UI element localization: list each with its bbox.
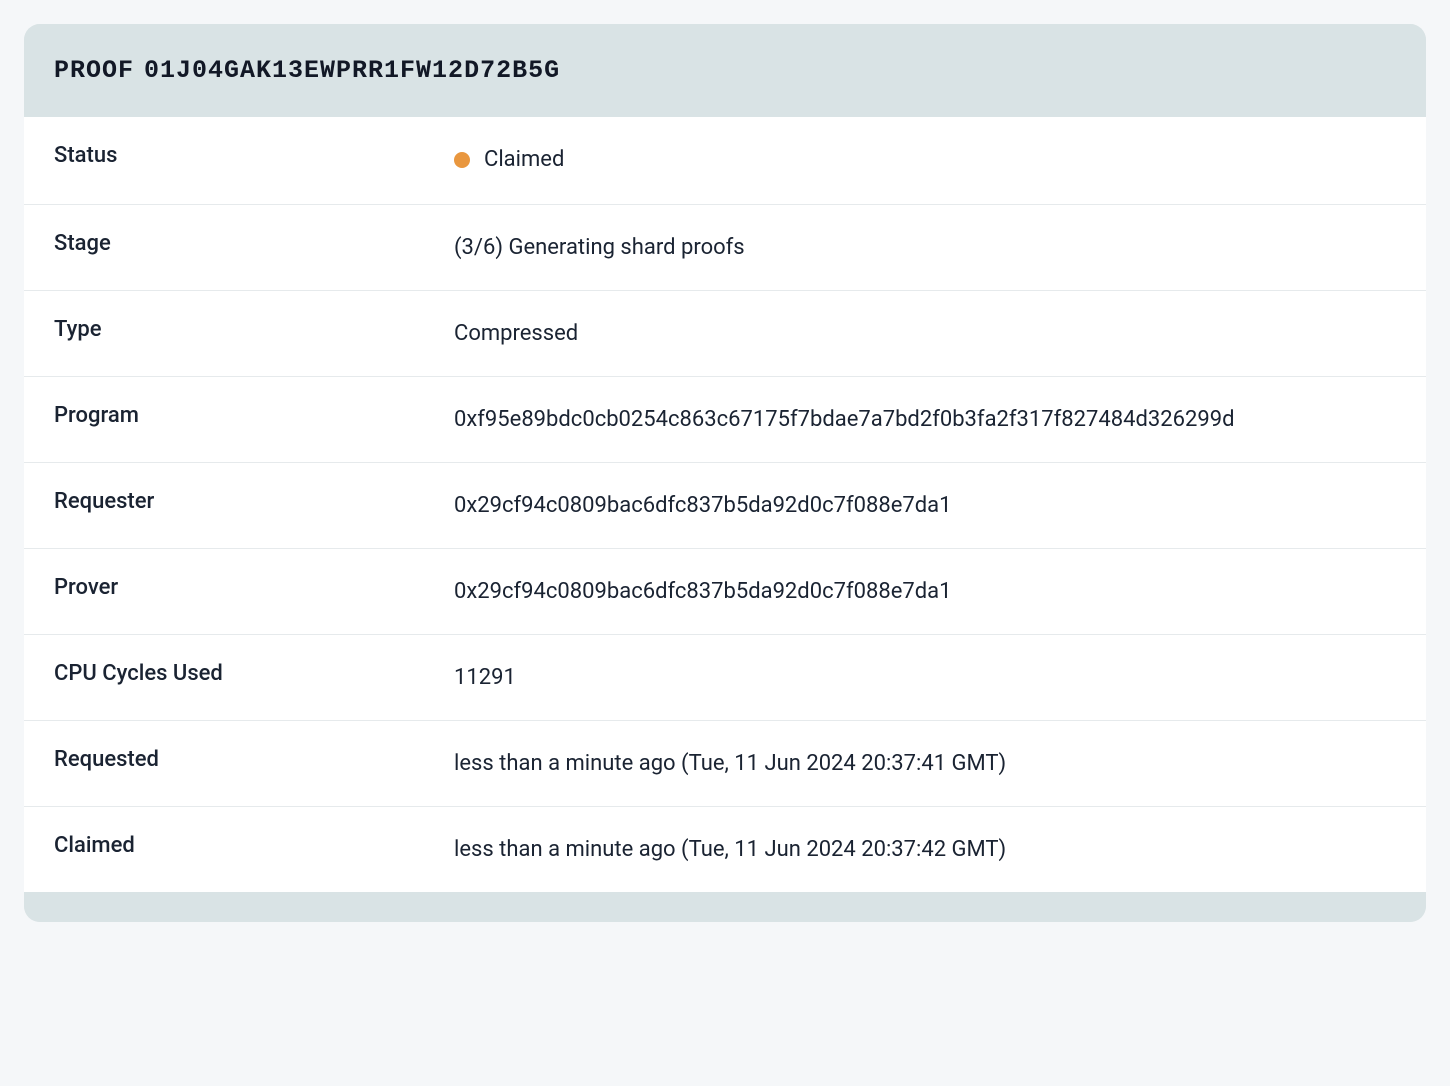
row-label: Stage — [54, 231, 454, 256]
row-requester: Requester 0x29cf94c0809bac6dfc837b5da92d… — [24, 463, 1426, 549]
row-label: Prover — [54, 575, 454, 600]
row-label: Type — [54, 317, 454, 342]
row-label: Program — [54, 403, 454, 428]
row-type: Type Compressed — [24, 291, 1426, 377]
row-label: Requested — [54, 747, 454, 772]
row-value: Compressed — [454, 317, 1396, 350]
row-stage: Stage (3/6) Generating shard proofs — [24, 205, 1426, 291]
proof-card: PROOF 01J04GAK13EWPRR1FW12D72B5G Status C… — [24, 24, 1426, 922]
card-footer — [24, 892, 1426, 922]
row-value: 11291 — [454, 661, 1396, 694]
row-label: Status — [54, 143, 454, 168]
status-dot-icon — [454, 152, 470, 168]
row-status: Status Claimed — [24, 117, 1426, 205]
row-requested: Requested less than a minute ago (Tue, 1… — [24, 721, 1426, 807]
row-cpu-cycles: CPU Cycles Used 11291 — [24, 635, 1426, 721]
row-value: 0xf95e89bdc0cb0254c863c67175f7bdae7a7bd2… — [454, 403, 1396, 436]
row-value: less than a minute ago (Tue, 11 Jun 2024… — [454, 747, 1396, 780]
row-value: 0x29cf94c0809bac6dfc837b5da92d0c7f088e7d… — [454, 489, 1396, 522]
row-value: Claimed — [454, 143, 1396, 178]
status-badge: Claimed — [454, 143, 564, 176]
row-prover: Prover 0x29cf94c0809bac6dfc837b5da92d0c7… — [24, 549, 1426, 635]
row-claimed: Claimed less than a minute ago (Tue, 11 … — [24, 807, 1426, 892]
row-value: (3/6) Generating shard proofs — [454, 231, 1396, 264]
row-label: Requester — [54, 489, 454, 514]
title-id: 01J04GAK13EWPRR1FW12D72B5G — [144, 56, 560, 85]
card-header: PROOF 01J04GAK13EWPRR1FW12D72B5G — [24, 24, 1426, 117]
row-label: Claimed — [54, 833, 454, 858]
row-value: less than a minute ago (Tue, 11 Jun 2024… — [454, 833, 1396, 866]
title-label: PROOF — [54, 56, 134, 85]
row-program: Program 0xf95e89bdc0cb0254c863c67175f7bd… — [24, 377, 1426, 463]
row-value: 0x29cf94c0809bac6dfc837b5da92d0c7f088e7d… — [454, 575, 1396, 608]
row-label: CPU Cycles Used — [54, 661, 454, 686]
details-list: Status Claimed Stage (3/6) Generating sh… — [24, 117, 1426, 892]
status-text: Claimed — [484, 143, 564, 176]
page-title: PROOF 01J04GAK13EWPRR1FW12D72B5G — [54, 56, 1396, 85]
